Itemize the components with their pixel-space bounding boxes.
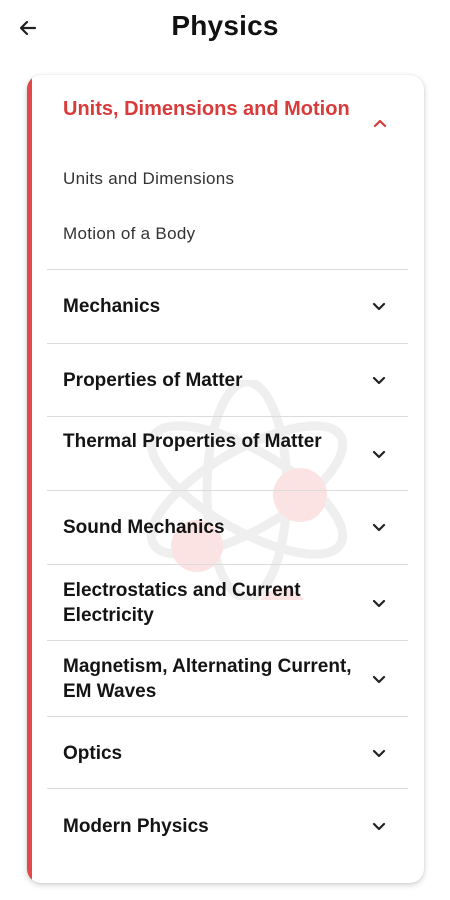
section-label: Sound Mechanics xyxy=(63,517,225,538)
chevron-down-icon xyxy=(371,596,387,612)
section-sound-mechanics[interactable]: Sound Mechanics xyxy=(47,490,408,565)
card-accent-bar xyxy=(27,75,32,883)
topics-card: Units, Dimensions and Motion Units and D… xyxy=(27,75,424,883)
chevron-down-icon xyxy=(371,447,387,463)
chevron-up-icon[interactable] xyxy=(372,115,388,131)
section-label: Properties of Matter xyxy=(63,370,243,391)
section-modern-physics[interactable]: Modern Physics xyxy=(47,788,408,863)
section-label: Optics xyxy=(63,743,123,764)
chevron-down-icon xyxy=(371,672,387,688)
chevron-down-icon xyxy=(371,373,387,389)
section-label: Modern Physics xyxy=(63,816,209,837)
chevron-down-icon xyxy=(371,746,387,762)
section-label: Magnetism, Alternating Current, EM Waves xyxy=(63,656,352,702)
section-label: Mechanics xyxy=(63,296,161,317)
subitem-units-and-dimensions[interactable]: Units and Dimensions xyxy=(63,169,234,189)
page-title: Physics xyxy=(171,10,279,41)
section-label: Thermal Properties of Matter xyxy=(63,431,322,452)
section-label: Electrostatics and Current Electricity xyxy=(63,580,301,626)
section-title: Units, Dimensions and Motion xyxy=(63,98,350,120)
section-magnetism[interactable]: Magnetism, Alternating Current, EM Waves xyxy=(47,640,408,717)
section-properties-of-matter[interactable]: Properties of Matter xyxy=(47,343,408,417)
section-optics[interactable]: Optics xyxy=(47,716,408,789)
section-mechanics[interactable]: Mechanics xyxy=(47,269,408,344)
section-thermal-properties-of-matter[interactable]: Thermal Properties of Matter xyxy=(47,416,408,491)
chevron-down-icon xyxy=(371,819,387,835)
chevron-down-icon xyxy=(371,520,387,536)
subitem-motion-of-a-body[interactable]: Motion of a Body xyxy=(63,224,195,244)
chevron-down-icon xyxy=(371,299,387,315)
app-header: Physics xyxy=(0,0,450,56)
section-electrostatics[interactable]: Electrostatics and Current Electricity xyxy=(47,564,408,641)
